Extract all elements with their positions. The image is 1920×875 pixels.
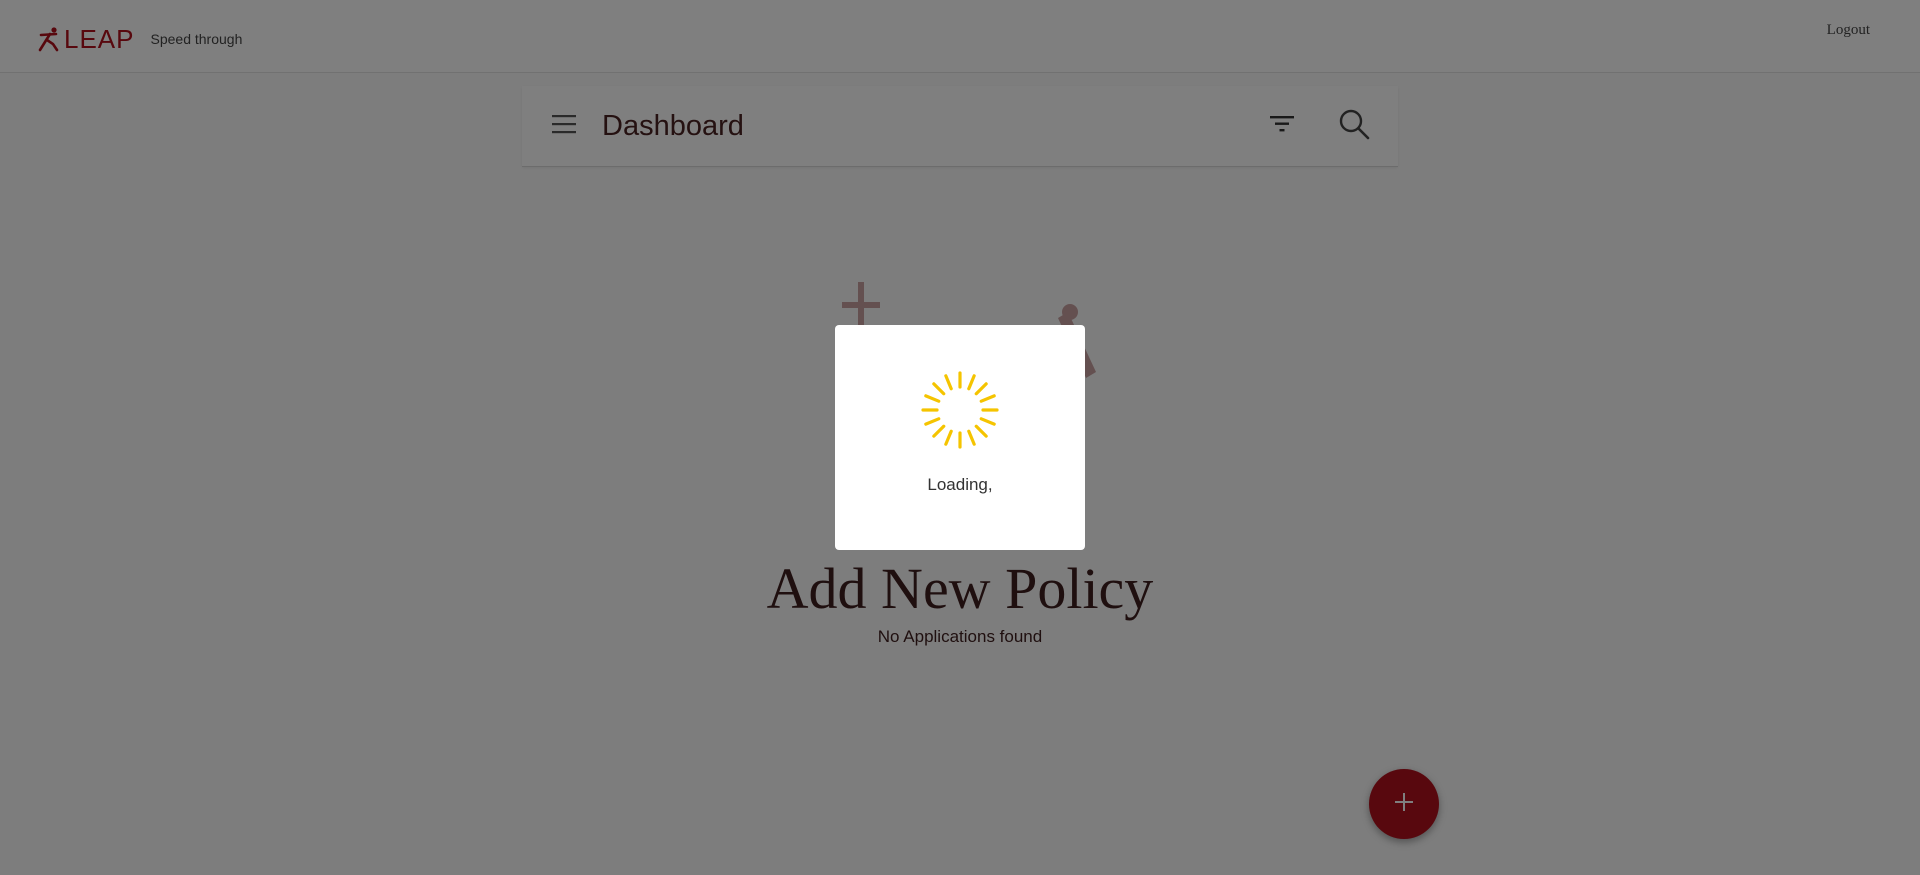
spinner-ray <box>924 394 941 403</box>
spinner-ray <box>924 417 941 426</box>
spinner-ray <box>974 382 988 396</box>
spinner-ray <box>979 417 996 426</box>
loading-text: Loading, <box>927 475 993 494</box>
app-root: LEAP Speed through Logout Dashboard <box>0 0 1920 875</box>
spinner-ray <box>967 429 976 446</box>
loading-dialog: Loading, <box>835 325 1085 550</box>
loading-spinner-icon <box>921 371 999 449</box>
modal-backdrop[interactable]: Loading, <box>0 0 1920 875</box>
spinner-ray <box>974 424 988 438</box>
spinner-ray <box>932 382 946 396</box>
spinner-ray <box>944 429 953 446</box>
spinner-ray <box>979 394 996 403</box>
spinner-ray <box>932 424 946 438</box>
spinner-ray <box>944 374 953 391</box>
spinner-ray <box>967 374 976 391</box>
